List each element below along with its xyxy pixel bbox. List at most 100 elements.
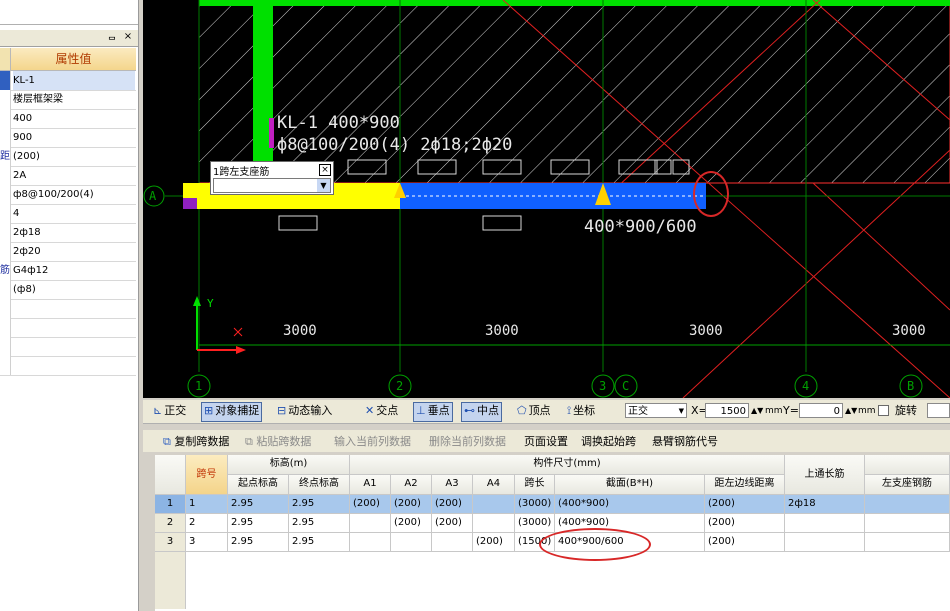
span-table[interactable]: 跨号 标高(m) 构件尺寸(mm) 上通长筋 起点标高 终点标高 A1 A2 A…	[155, 455, 950, 611]
span-no-cell[interactable]: 3	[186, 533, 228, 552]
section-cell[interactable]: (400*900)	[555, 495, 705, 514]
property-row[interactable]	[0, 337, 136, 357]
popup-close-button[interactable]: ×	[319, 164, 331, 176]
a1-cell[interactable]	[350, 533, 391, 552]
property-value[interactable]: ф8@100/200(4)	[13, 185, 135, 204]
midpoint-button[interactable]: ⊷ 中点	[461, 402, 502, 422]
span-no-header[interactable]: 跨号	[186, 455, 228, 495]
vertex-button[interactable]: ⬠ 顶点	[517, 402, 551, 420]
delete-column-button[interactable]: 删除当前列数据	[429, 433, 506, 449]
property-value[interactable]: 900	[13, 128, 135, 147]
a2-cell[interactable]: (200)	[391, 495, 432, 514]
span-length-cell[interactable]: (3000)	[515, 495, 555, 514]
x-coordinate-input[interactable]: 1500	[705, 403, 749, 418]
intersection-button[interactable]: ✕ 交点	[365, 402, 398, 420]
property-row[interactable]: 2A	[0, 166, 136, 186]
property-row[interactable]	[0, 356, 136, 376]
left-support-rebar-header[interactable]: 左支座钢筋	[865, 475, 950, 495]
top-through-header[interactable]: 上通长筋	[785, 455, 865, 495]
object-snap-button[interactable]: ⊞ 对象捕捉	[201, 402, 263, 422]
row-number[interactable]: 2	[155, 514, 186, 533]
left-edge-distance-header[interactable]: 距左边线距离	[705, 475, 785, 495]
property-row[interactable]: (ф8)	[0, 280, 136, 300]
property-row[interactable]: 筋 G4ф12	[0, 261, 136, 281]
span-no-cell[interactable]: 2	[186, 514, 228, 533]
dynamic-input-button[interactable]: ⊟ 动态输入	[277, 402, 332, 420]
top-through-cell[interactable]: 2ф18	[785, 495, 865, 514]
popup-dropdown[interactable]: ▼	[213, 178, 331, 193]
paste-span-button[interactable]: ⧉ 粘贴跨数据	[245, 433, 311, 449]
x-spin-icon[interactable]: ▲▼	[751, 402, 763, 420]
a3-cell[interactable]: (200)	[432, 495, 473, 514]
left-support-rebar-cell[interactable]	[865, 533, 950, 552]
section-header[interactable]: 截面(B*H)	[555, 475, 705, 495]
property-value[interactable]: 400	[13, 109, 135, 128]
end-elevation-cell[interactable]: 2.95	[289, 514, 350, 533]
perpendicular-button[interactable]: ⊥ 垂点	[413, 402, 453, 422]
property-row[interactable]	[0, 318, 136, 338]
a3-header[interactable]: A3	[432, 475, 473, 495]
property-row[interactable]: 400	[0, 109, 136, 129]
rotate-input[interactable]	[927, 403, 950, 418]
property-value[interactable]: 楼层框架梁	[13, 90, 135, 109]
a2-cell[interactable]: (200)	[391, 514, 432, 533]
chevron-down-icon[interactable]: ▼	[317, 179, 330, 192]
swap-start-span-button[interactable]: 调换起始跨	[581, 433, 636, 449]
end-elevation-cell[interactable]: 2.95	[289, 495, 350, 514]
row-number[interactable]: 1	[155, 495, 186, 514]
a1-header[interactable]: A1	[350, 475, 391, 495]
property-row[interactable]: 距 (200)	[0, 147, 136, 167]
property-row[interactable]: 2ф18	[0, 223, 136, 243]
start-elevation-cell[interactable]: 2.95	[228, 514, 289, 533]
a3-cell[interactable]: (200)	[432, 514, 473, 533]
property-row[interactable]: 2ф20	[0, 242, 136, 262]
y-coordinate-input[interactable]: 0	[799, 403, 843, 418]
property-value[interactable]	[13, 337, 135, 356]
property-value[interactable]	[13, 318, 135, 337]
ortho-button[interactable]: ⊾ 正交	[153, 402, 186, 420]
a3-cell[interactable]	[432, 533, 473, 552]
cad-drawing[interactable]	[143, 0, 950, 398]
a4-cell[interactable]	[473, 495, 515, 514]
property-value[interactable]: (200)	[13, 147, 135, 166]
property-value[interactable]: 2A	[13, 166, 135, 185]
property-value[interactable]: 2ф20	[13, 242, 135, 261]
property-value[interactable]: 2ф18	[13, 223, 135, 242]
snap-mode-select[interactable]: 正交 ▼	[625, 403, 687, 418]
a4-cell[interactable]: (200)	[473, 533, 515, 552]
a2-header[interactable]: A2	[391, 475, 432, 495]
property-value[interactable]: KL-1	[13, 71, 135, 90]
input-column-button[interactable]: 输入当前列数据	[334, 433, 411, 449]
property-value[interactable]	[13, 356, 135, 375]
pin-icon[interactable]: ᆷ	[106, 31, 118, 43]
end-elevation-header[interactable]: 终点标高	[289, 475, 350, 495]
a1-cell[interactable]: (200)	[350, 495, 391, 514]
cad-canvas[interactable]: KL-1 400*900 ф8@100/200(4) 2ф18;2ф20 400…	[143, 0, 950, 398]
property-row[interactable]: 900	[0, 128, 136, 148]
left-support-rebar-cell[interactable]	[865, 514, 950, 533]
property-value[interactable]: (ф8)	[13, 280, 135, 299]
copy-span-button[interactable]: ⧉ 复制跨数据	[163, 433, 229, 449]
start-elevation-header[interactable]: 起点标高	[228, 475, 289, 495]
span-length-cell[interactable]: (3000)	[515, 514, 555, 533]
a4-header[interactable]: A4	[473, 475, 515, 495]
property-row[interactable]: 楼层框架梁	[0, 90, 136, 110]
start-elevation-cell[interactable]: 2.95	[228, 533, 289, 552]
top-through-cell[interactable]	[785, 533, 865, 552]
span-no-cell[interactable]: 1	[186, 495, 228, 514]
support-rebar-popup[interactable]: 1跨左支座筋 × ▼	[210, 161, 334, 195]
left-edge-distance-cell[interactable]: (200)	[705, 533, 785, 552]
property-value[interactable]	[13, 299, 135, 318]
rotate-checkbox[interactable]	[878, 405, 889, 416]
a1-cell[interactable]	[350, 514, 391, 533]
end-elevation-cell[interactable]: 2.95	[289, 533, 350, 552]
row-number[interactable]: 3	[155, 533, 186, 552]
property-row[interactable]: 4	[0, 204, 136, 224]
span-length-header[interactable]: 跨长	[515, 475, 555, 495]
property-value[interactable]: 4	[13, 204, 135, 223]
coordinate-button[interactable]: ⟟ 坐标	[567, 402, 595, 420]
top-through-cell[interactable]	[785, 514, 865, 533]
a4-cell[interactable]	[473, 514, 515, 533]
start-elevation-cell[interactable]: 2.95	[228, 495, 289, 514]
left-edge-distance-cell[interactable]: (200)	[705, 514, 785, 533]
